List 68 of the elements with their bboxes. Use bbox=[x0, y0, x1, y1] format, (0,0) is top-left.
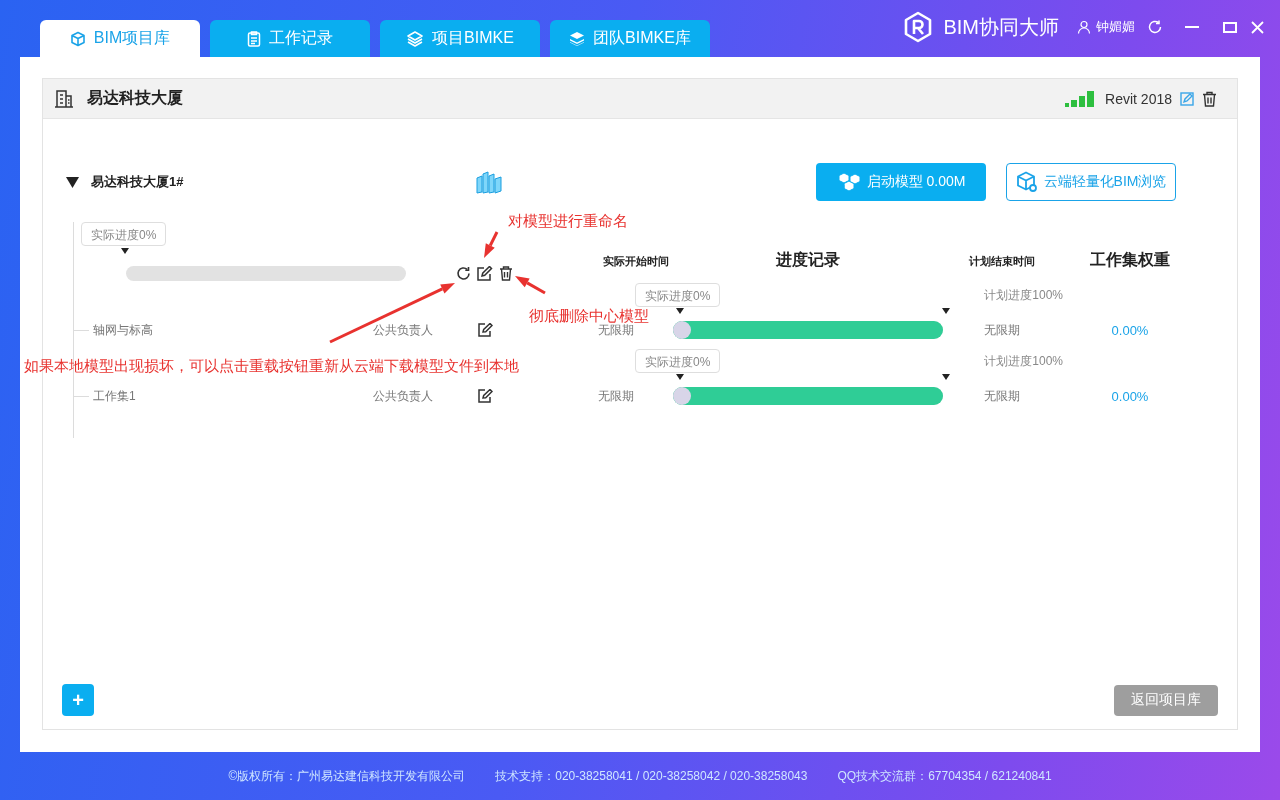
stack-icon bbox=[569, 30, 586, 47]
tab[interactable]: 团队BIMKE库 bbox=[550, 20, 710, 57]
building-icon bbox=[54, 89, 74, 108]
edit-icon[interactable] bbox=[478, 323, 493, 337]
slider-thumb[interactable] bbox=[673, 387, 691, 405]
footer-text: 技术支持：020-38258041 / 020-38258042 / 020-38258043 bbox=[495, 767, 808, 785]
actual-progress-label: 实际进度0% bbox=[635, 283, 721, 307]
software-version: Revit 2018 bbox=[1105, 90, 1172, 107]
plan-progress-label: 计划进度100% bbox=[984, 352, 1063, 370]
trash-icon[interactable] bbox=[1202, 90, 1217, 107]
annotation-text: 如果本地模型出现损坏，可以点击重载按钮重新从云端下载模型文件到本地 bbox=[24, 357, 519, 376]
reload-icon[interactable] bbox=[456, 266, 471, 281]
buildings-icon bbox=[475, 170, 503, 194]
tab[interactable]: 工作记录 bbox=[210, 20, 370, 57]
maximize-icon[interactable] bbox=[1223, 21, 1237, 33]
end-date: 无限期 bbox=[983, 321, 1020, 339]
edit-icon[interactable] bbox=[477, 266, 493, 281]
cloud-browse-button[interactable]: 云端轻量化BIM浏览 bbox=[1006, 163, 1176, 201]
tab[interactable]: 项目BIMKE bbox=[380, 20, 540, 57]
trash-icon[interactable] bbox=[499, 266, 513, 281]
pointer-icon bbox=[121, 248, 129, 254]
pointer-icon bbox=[676, 374, 684, 380]
cube-search-icon bbox=[1015, 171, 1038, 193]
cubes-icon bbox=[836, 172, 861, 192]
clipboard-icon bbox=[247, 30, 261, 47]
annotation-text: 对模型进行重命名 bbox=[508, 212, 628, 231]
launch-model-button[interactable]: 启动模型 0.00M bbox=[816, 163, 986, 201]
pointer-icon bbox=[942, 374, 950, 380]
user-icon bbox=[1077, 20, 1091, 34]
edit-icon[interactable] bbox=[478, 389, 493, 403]
column-header: 计划结束时间 bbox=[967, 254, 1036, 269]
owner-name: 公共负责人 bbox=[373, 387, 433, 405]
annotation-text: 彻底删除中心模型 bbox=[529, 307, 649, 324]
workset-weight: 0.00% bbox=[1111, 388, 1149, 404]
start-date: 无限期 bbox=[598, 322, 634, 339]
refresh-icon[interactable] bbox=[1147, 19, 1163, 35]
close-icon[interactable] bbox=[1251, 20, 1264, 34]
signal-icon bbox=[1065, 90, 1096, 107]
annotation-arrow bbox=[484, 231, 499, 258]
owner-name: 公共负责人 bbox=[373, 321, 433, 339]
layers-icon bbox=[406, 30, 425, 47]
model-name: 易达科技大厦1# bbox=[91, 173, 185, 191]
workset-name: 轴网与标高 bbox=[93, 321, 153, 339]
column-header: 进度记录 bbox=[775, 250, 841, 270]
pointer-icon bbox=[942, 308, 950, 314]
end-date: 无限期 bbox=[983, 387, 1020, 405]
add-button[interactable]: + bbox=[62, 684, 94, 716]
workset-weight: 0.00% bbox=[1111, 322, 1149, 338]
column-header: 实际开始时间 bbox=[601, 254, 670, 269]
tab[interactable]: BIM项目库 bbox=[40, 20, 200, 57]
user-name[interactable]: 钟媚媚 bbox=[1096, 18, 1135, 36]
footer-text: QQ技术交流群：67704354 / 621240841 bbox=[837, 767, 1052, 785]
back-button[interactable]: 返回项目库 bbox=[1114, 684, 1218, 716]
actual-progress-label: 实际进度0% bbox=[635, 349, 721, 373]
annotation-arrow bbox=[515, 276, 546, 295]
collapse-triangle-icon[interactable] bbox=[66, 176, 79, 188]
logo-icon bbox=[903, 11, 934, 43]
start-date: 无限期 bbox=[598, 387, 634, 405]
pointer-icon bbox=[676, 308, 684, 314]
project-title: 易达科技大厦 bbox=[87, 88, 184, 108]
app-title: BIM协同大师 bbox=[943, 14, 1059, 40]
slider-thumb[interactable] bbox=[673, 321, 691, 339]
plan-progress-label: 计划进度100% bbox=[984, 286, 1063, 304]
footer-text: ©版权所有：广州易达建信科技开发有限公司 bbox=[228, 767, 466, 785]
column-header: 工作集权重 bbox=[1089, 250, 1171, 270]
cube-icon bbox=[69, 30, 86, 47]
workset-name: 工作集1 bbox=[93, 387, 136, 405]
progress-label: 实际进度0% bbox=[81, 222, 167, 246]
